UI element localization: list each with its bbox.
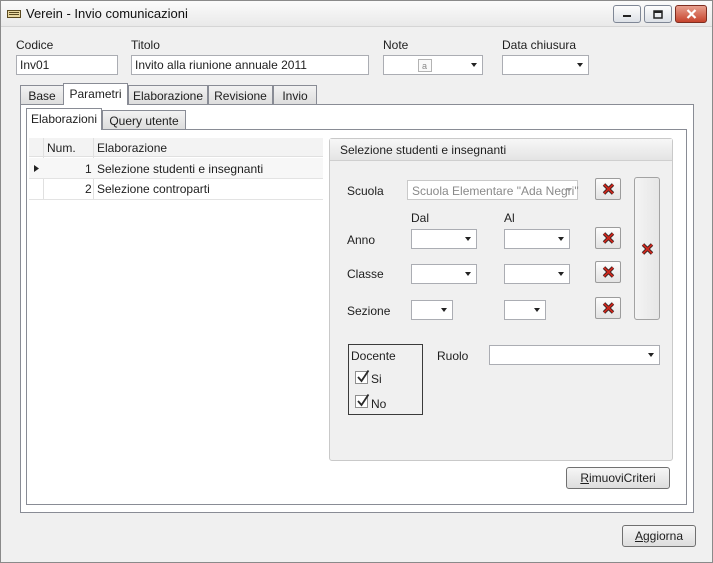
codice-field[interactable]: Inv01 bbox=[16, 55, 118, 75]
delete-x-icon bbox=[602, 302, 614, 314]
scuola-label: Scuola bbox=[347, 184, 384, 198]
clear-classe-button[interactable] bbox=[595, 261, 621, 283]
rimuovi-criteri-button[interactable]: RimuoviCriteri bbox=[566, 467, 670, 489]
delete-x-icon bbox=[602, 266, 614, 278]
delete-x-icon bbox=[602, 183, 614, 195]
titolo-label: Titolo bbox=[131, 38, 160, 52]
dropdown-arrow-icon bbox=[465, 272, 471, 276]
tab-revisione[interactable]: Revisione bbox=[208, 85, 273, 105]
tab-invio[interactable]: Invio bbox=[273, 85, 317, 105]
column-header-elaborazione[interactable]: Elaborazione bbox=[97, 141, 167, 155]
data-chiusura-label: Data chiusura bbox=[502, 38, 577, 52]
svg-text:a: a bbox=[422, 61, 427, 71]
anno-dal-dropdown[interactable] bbox=[411, 229, 477, 249]
classe-al-dropdown[interactable] bbox=[504, 264, 570, 284]
dropdown-arrow-icon bbox=[558, 237, 564, 241]
row-elaborazione: Selezione studenti e insegnanti bbox=[97, 162, 264, 176]
maximize-icon bbox=[653, 9, 663, 19]
dropdown-arrow-icon bbox=[465, 237, 471, 241]
scuola-value: Scuola Elementare "Ada Negri" bbox=[412, 184, 579, 198]
subtab-elaborazioni[interactable]: Elaborazioni bbox=[26, 108, 102, 130]
accesskey-r: R bbox=[580, 471, 589, 485]
minimize-button[interactable] bbox=[613, 5, 641, 23]
window-title: Verein - Invio comunicazioni bbox=[26, 6, 188, 21]
column-header-num[interactable]: Num. bbox=[47, 141, 76, 155]
no-label: No bbox=[371, 397, 387, 411]
note-icon: a bbox=[418, 59, 432, 72]
ruolo-label: Ruolo bbox=[437, 349, 469, 363]
ruolo-dropdown[interactable] bbox=[489, 345, 660, 365]
no-checkbox[interactable] bbox=[355, 394, 370, 408]
checkmark-icon bbox=[357, 394, 370, 407]
sezione-label: Sezione bbox=[347, 304, 391, 318]
tab-parametri[interactable]: Parametri bbox=[63, 83, 128, 105]
row-num: 2 bbox=[85, 182, 92, 196]
row-elaborazione: Selezione controparti bbox=[97, 182, 210, 196]
rimuovi-criteri-label: imuoviCriteri bbox=[588, 471, 656, 485]
si-checkbox[interactable] bbox=[355, 370, 370, 384]
tab-elaborazione[interactable]: Elaborazione bbox=[128, 85, 208, 105]
classe-label: Classe bbox=[347, 267, 384, 281]
row-divider bbox=[29, 199, 323, 200]
title-bar: Verein - Invio comunicazioni bbox=[1, 1, 712, 27]
dal-label: Dal bbox=[411, 211, 430, 225]
delete-x-icon bbox=[602, 232, 614, 244]
checkmark-icon bbox=[357, 370, 370, 383]
clear-sezione-button[interactable] bbox=[595, 297, 621, 319]
dropdown-arrow-icon bbox=[534, 308, 540, 312]
sezione-al-dropdown[interactable] bbox=[504, 300, 546, 320]
anno-al-dropdown[interactable] bbox=[504, 229, 570, 249]
maximize-button[interactable] bbox=[644, 5, 672, 23]
clear-anno-button[interactable] bbox=[595, 227, 621, 249]
accesskey-a: A bbox=[634, 529, 643, 543]
dropdown-arrow-icon bbox=[441, 308, 447, 312]
note-dropdown[interactable]: a bbox=[383, 55, 483, 75]
tab-base[interactable]: Base bbox=[20, 85, 64, 105]
note-label: Note bbox=[383, 38, 409, 52]
classe-dal-dropdown[interactable] bbox=[411, 264, 477, 284]
anno-label: Anno bbox=[347, 233, 376, 247]
codice-label: Codice bbox=[16, 38, 54, 52]
dropdown-arrow-icon bbox=[558, 272, 564, 276]
docente-label: Docente bbox=[351, 349, 396, 363]
si-label: Si bbox=[371, 372, 382, 386]
titolo-field[interactable]: Invito alla riunione annuale 2011 bbox=[131, 55, 369, 75]
close-icon bbox=[686, 9, 696, 19]
dropdown-arrow-icon bbox=[471, 63, 477, 67]
sezione-dal-dropdown[interactable] bbox=[411, 300, 453, 320]
data-chiusura-field[interactable] bbox=[502, 55, 589, 75]
main-window: Verein - Invio comunicazioni Codice Inv0… bbox=[0, 0, 713, 563]
criteria-title: Selezione studenti e insegnanti bbox=[340, 143, 507, 157]
row-pointer-icon bbox=[34, 165, 39, 172]
al-label: Al bbox=[504, 211, 515, 225]
minimize-icon bbox=[623, 15, 631, 17]
dropdown-arrow-icon bbox=[648, 353, 654, 357]
clear-scuola-button[interactable] bbox=[595, 178, 621, 200]
close-button[interactable] bbox=[675, 5, 707, 23]
row-num: 1 bbox=[85, 162, 92, 176]
aggiorna-button[interactable]: Aggiorna bbox=[622, 525, 696, 547]
app-icon bbox=[7, 10, 21, 18]
dropdown-arrow-icon bbox=[577, 63, 583, 67]
aggiorna-label: ggiorna bbox=[642, 529, 684, 543]
delete-x-icon bbox=[641, 242, 653, 255]
subtab-query-utente[interactable]: Query utente bbox=[102, 110, 186, 130]
scuola-dropdown[interactable]: Scuola Elementare "Ada Negri" bbox=[407, 180, 579, 200]
clear-all-criteria-button[interactable] bbox=[634, 177, 660, 320]
dropdown-arrow-icon bbox=[566, 188, 572, 192]
